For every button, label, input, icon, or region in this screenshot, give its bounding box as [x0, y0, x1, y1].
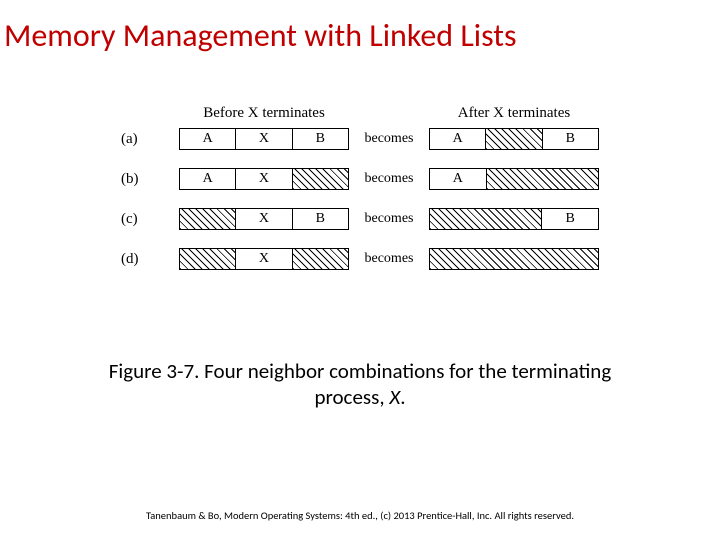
memory-cell: X	[236, 169, 292, 189]
figure: Before X terminates After X terminates (…	[0, 105, 720, 288]
figure-row: (c)XBbecomesB	[121, 208, 599, 230]
header-after: After X terminates	[429, 105, 599, 122]
after-strip: B	[429, 208, 599, 230]
before-strip: AXB	[179, 128, 349, 150]
memory-cell: A	[430, 169, 487, 189]
memory-cell: X	[236, 129, 292, 149]
memory-cell	[487, 169, 598, 189]
memory-cell	[180, 249, 236, 269]
figure-row: (d) Xbecomes	[121, 248, 599, 270]
memory-cell	[430, 209, 542, 229]
memory-cell: X	[236, 249, 292, 269]
memory-cell	[293, 249, 348, 269]
after-strip: A	[429, 168, 599, 190]
memory-cell	[293, 169, 348, 189]
memory-cell: A	[430, 129, 486, 149]
memory-cell	[180, 209, 236, 229]
figure-row: (b)AXbecomesA	[121, 168, 599, 190]
column-headers: Before X terminates After X terminates	[121, 105, 599, 122]
row-label: (b)	[121, 171, 179, 188]
memory-cell: B	[542, 209, 598, 229]
rows: (a)AXBbecomesAB(b)AXbecomesA(c)XBbecomes…	[121, 128, 599, 288]
becomes-label: becomes	[349, 171, 429, 187]
becomes-label: becomes	[349, 211, 429, 227]
row-label: (d)	[121, 251, 179, 268]
row-label: (a)	[121, 131, 179, 148]
memory-cell: B	[293, 129, 348, 149]
memory-cell	[430, 249, 598, 269]
caption-x: X	[389, 384, 400, 410]
before-strip: XB	[179, 208, 349, 230]
becomes-label: becomes	[349, 131, 429, 147]
caption-text: Figure 3-7. Four neighbor combinations f…	[109, 358, 611, 410]
memory-cell: A	[180, 169, 236, 189]
memory-cell: B	[293, 209, 348, 229]
memory-cell: A	[180, 129, 236, 149]
memory-cell: B	[543, 129, 598, 149]
caption-period: .	[400, 384, 405, 410]
row-label: (c)	[121, 211, 179, 228]
figure-row: (a)AXBbecomesAB	[121, 128, 599, 150]
memory-cell: X	[236, 209, 292, 229]
becomes-label: becomes	[349, 251, 429, 267]
memory-cell	[486, 129, 542, 149]
before-strip: AX	[179, 168, 349, 190]
after-strip	[429, 248, 599, 270]
figure-caption: Figure 3-7. Four neighbor combinations f…	[0, 358, 720, 411]
after-strip: AB	[429, 128, 599, 150]
before-strip: X	[179, 248, 349, 270]
header-before: Before X terminates	[179, 105, 349, 122]
page-title: Memory Management with Linked Lists	[0, 0, 720, 55]
credit-line: Tanenbaum & Bo, Modern Operating Systems…	[0, 509, 720, 522]
